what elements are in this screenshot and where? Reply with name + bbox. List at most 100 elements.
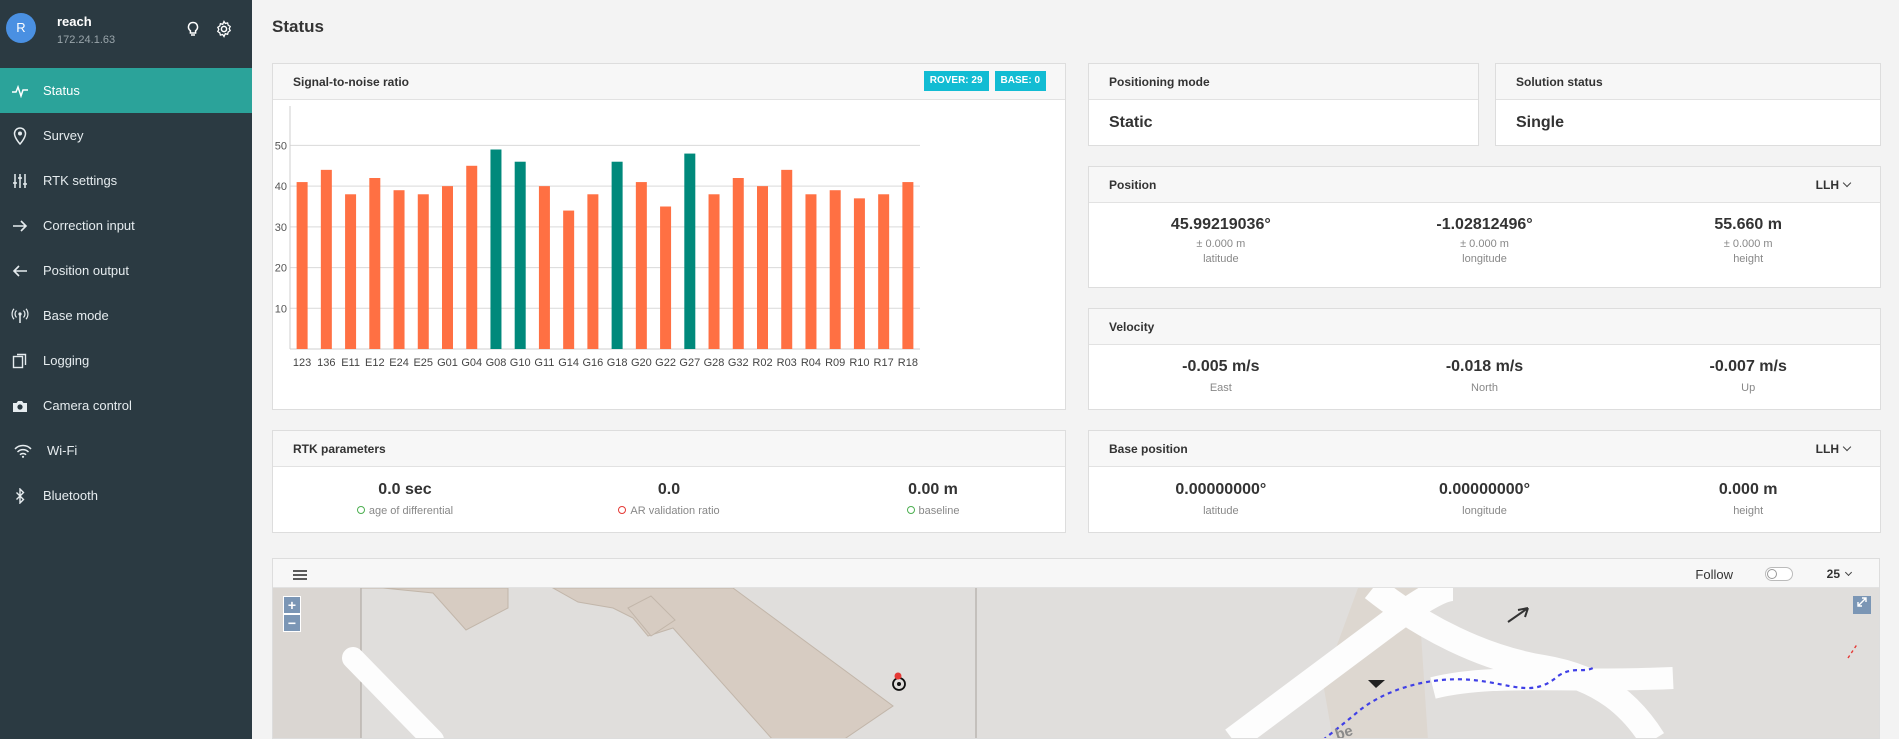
x-tick-label: G18 — [607, 357, 628, 369]
y-tick-label: 10 — [275, 303, 287, 315]
lightbulb-icon[interactable] — [183, 19, 203, 39]
device-name: reach — [57, 14, 92, 29]
ar-value: 0.0 — [657, 481, 681, 498]
sidebar-item-wifi[interactable]: Wi-Fi — [0, 428, 252, 473]
menu-icon[interactable] — [293, 568, 307, 580]
base-latitude: 0.00000000° latitude — [1089, 481, 1353, 517]
snr-bar — [442, 186, 453, 349]
base-height-value: 0.000 m — [1718, 481, 1778, 498]
longitude-label: longitude — [1462, 253, 1507, 265]
base-longitude: 0.00000000° longitude — [1353, 481, 1617, 517]
baseline-status-icon — [906, 506, 915, 515]
y-tick-label: 50 — [275, 140, 287, 152]
snr-bar — [853, 198, 865, 349]
x-tick-label: G16 — [582, 357, 603, 369]
chevron-down-icon — [1842, 442, 1852, 452]
sidebar-item-label: Survey — [43, 128, 84, 143]
rtk-ar-ratio: 0.0 AR validation ratio — [537, 481, 801, 517]
x-tick-label: R03 — [777, 357, 797, 369]
sidebar-item-status[interactable]: Status — [0, 68, 252, 113]
zoom-controls: + − — [283, 596, 301, 632]
base-badge: BASE: 0 — [994, 71, 1046, 91]
sidebar-item-correction-input[interactable]: Correction input — [0, 203, 252, 248]
sidebar-item-camera-control[interactable]: Camera control — [0, 383, 252, 428]
sidebar-item-position-output[interactable]: Position output — [0, 248, 252, 293]
camera-icon — [11, 397, 29, 415]
chevron-down-icon — [1844, 568, 1853, 577]
sidebar-item-label: Base mode — [43, 308, 109, 323]
x-tick-label: G11 — [534, 357, 554, 369]
fullscreen-button[interactable] — [1853, 596, 1871, 614]
zoom-out-button[interactable]: − — [283, 614, 301, 632]
card-title: Positioning mode — [1109, 75, 1210, 89]
x-tick-label: G20 — [631, 357, 652, 369]
velocity-north: -0.018 m/s North — [1353, 358, 1617, 394]
base-format-value: LLH — [1815, 442, 1839, 456]
snr-card: Signal-to-noise ratio ROVER: 29 BASE: 0 … — [272, 63, 1066, 410]
page-title: Status — [272, 17, 324, 36]
rtk-baseline: 0.00 m baseline — [801, 481, 1065, 517]
base-longitude-label: longitude — [1462, 505, 1507, 517]
snr-bar — [563, 210, 575, 349]
sidebar-item-label: Wi-Fi — [47, 443, 78, 458]
snr-bar — [538, 186, 550, 349]
points-count-value: 25 — [1826, 567, 1840, 581]
map-tiles: be — [273, 588, 1879, 738]
sidebar-item-rtk-settings[interactable]: RTK settings — [0, 158, 252, 203]
zoom-in-button[interactable]: + — [283, 596, 301, 614]
base-latitude-label: latitude — [1203, 505, 1239, 517]
sidebar-item-label: Logging — [43, 353, 90, 368]
x-tick-label: G28 — [704, 357, 725, 369]
snr-bar — [490, 149, 502, 349]
rtk-age: 0.0 sec age of differential — [273, 481, 537, 517]
snr-bar — [514, 161, 526, 349]
solution-status-card: Solution status Single — [1495, 63, 1881, 146]
sidebar-item-logging[interactable]: Logging — [0, 338, 252, 383]
x-tick-label: G04 — [461, 357, 482, 369]
snr-bar — [781, 169, 793, 349]
device-ip: 172.24.1.63 — [57, 34, 116, 46]
sidebar-item-base-mode[interactable]: Base mode — [0, 293, 252, 338]
sidebar-item-survey[interactable]: Survey — [0, 113, 252, 158]
snr-bar — [345, 194, 357, 349]
avatar[interactable]: R — [6, 13, 36, 43]
arrow-left-icon — [11, 262, 29, 280]
snr-bar — [587, 194, 599, 349]
main-content: Status Signal-to-noise ratio ROVER: 29 B… — [252, 0, 1899, 739]
latitude-value: 45.99219036° — [1170, 216, 1271, 233]
x-tick-label: R18 — [898, 357, 918, 369]
snr-bar — [369, 178, 381, 349]
sidebar-item-label: Correction input — [43, 218, 135, 233]
card-title: RTK parameters — [293, 442, 386, 456]
sidebar-item-label: Position output — [43, 263, 130, 278]
x-tick-label: G32 — [728, 357, 749, 369]
baseline-value: 0.00 m — [908, 481, 958, 498]
gear-icon[interactable] — [214, 19, 234, 39]
longitude-value: -1.02812496° — [1436, 216, 1533, 233]
north-label: North — [1471, 382, 1498, 394]
snr-bar — [635, 182, 647, 349]
age-value: 0.0 sec — [378, 481, 432, 498]
position-latitude: 45.99219036° ± 0.000 m latitude — [1089, 216, 1353, 265]
age-status-icon — [356, 506, 365, 515]
sidebar-item-bluetooth[interactable]: Bluetooth — [0, 473, 252, 518]
base-height-label: height — [1733, 505, 1764, 517]
follow-toggle[interactable] — [1765, 567, 1793, 581]
x-tick-label: G27 — [679, 357, 700, 369]
sidebar-item-label: Status — [43, 83, 80, 98]
snr-bar — [417, 194, 429, 349]
points-count-dropdown[interactable]: 25 — [1826, 567, 1853, 581]
longitude-sigma: ± 0.000 m — [1460, 238, 1509, 250]
base-format-dropdown[interactable]: LLH — [1815, 442, 1852, 456]
map-card: Follow 25 be + − — [272, 558, 1880, 739]
up-label: Up — [1741, 382, 1756, 394]
age-label: age of differential — [368, 505, 454, 517]
card-title: Position — [1109, 178, 1157, 192]
map-view[interactable]: be + − — [273, 588, 1879, 738]
card-title: Velocity — [1109, 320, 1155, 334]
snr-bar — [466, 165, 478, 349]
y-tick-label: 20 — [275, 263, 287, 275]
east-label: East — [1209, 382, 1232, 394]
position-format-dropdown[interactable]: LLH — [1816, 178, 1852, 192]
follow-label: Follow — [1695, 567, 1733, 582]
